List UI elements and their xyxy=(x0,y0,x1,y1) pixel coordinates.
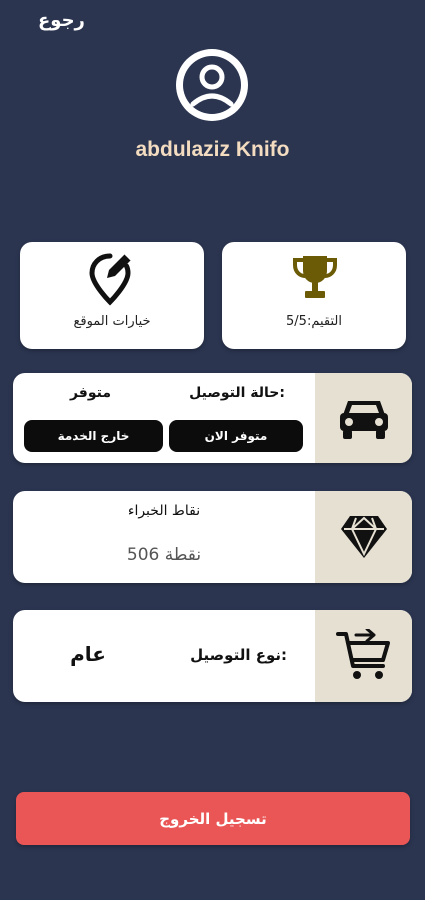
points-icon-box xyxy=(315,491,412,583)
out-of-service-button[interactable]: خارج الخدمة xyxy=(24,420,163,452)
expert-points-value: 506 نقطة xyxy=(126,545,202,565)
cart-arrow-icon xyxy=(335,629,390,679)
logout-button[interactable]: تسجيل الخروج xyxy=(16,792,410,845)
back-button[interactable]: رجوع xyxy=(38,10,85,31)
trophy-icon xyxy=(293,256,337,298)
delivery-status-label: حالة التوصيل: xyxy=(189,385,285,401)
status-icon-box xyxy=(315,373,412,463)
type-icon-box xyxy=(315,610,412,702)
delivery-type-card: نوع التوصيل: عام xyxy=(13,610,412,702)
location-edit-icon xyxy=(89,253,132,306)
car-icon xyxy=(339,401,388,439)
expert-points-label: نقاط الخبراء xyxy=(127,503,201,519)
location-options-label: خيارات الموقع xyxy=(73,314,151,329)
user-circle-icon xyxy=(176,49,248,121)
rating-tile: التقيم:5/5 xyxy=(222,242,406,349)
diamond-icon xyxy=(340,516,387,558)
delivery-status-value: متوفر xyxy=(69,385,111,401)
delivery-status-card: حالة التوصيل: متوفر متوفر الان خارج الخد… xyxy=(13,373,412,463)
delivery-type-value: عام xyxy=(70,642,106,666)
delivery-type-label: نوع التوصيل: xyxy=(190,646,287,664)
location-options-tile[interactable]: خيارات الموقع xyxy=(20,242,204,349)
avatar xyxy=(175,48,249,122)
profile-name: abdulaziz Knifo xyxy=(135,138,290,161)
available-now-button[interactable]: متوفر الان xyxy=(169,420,303,452)
expert-points-card: نقاط الخبراء 506 نقطة xyxy=(13,491,412,583)
rating-label: التقيم:5/5 xyxy=(286,314,342,329)
